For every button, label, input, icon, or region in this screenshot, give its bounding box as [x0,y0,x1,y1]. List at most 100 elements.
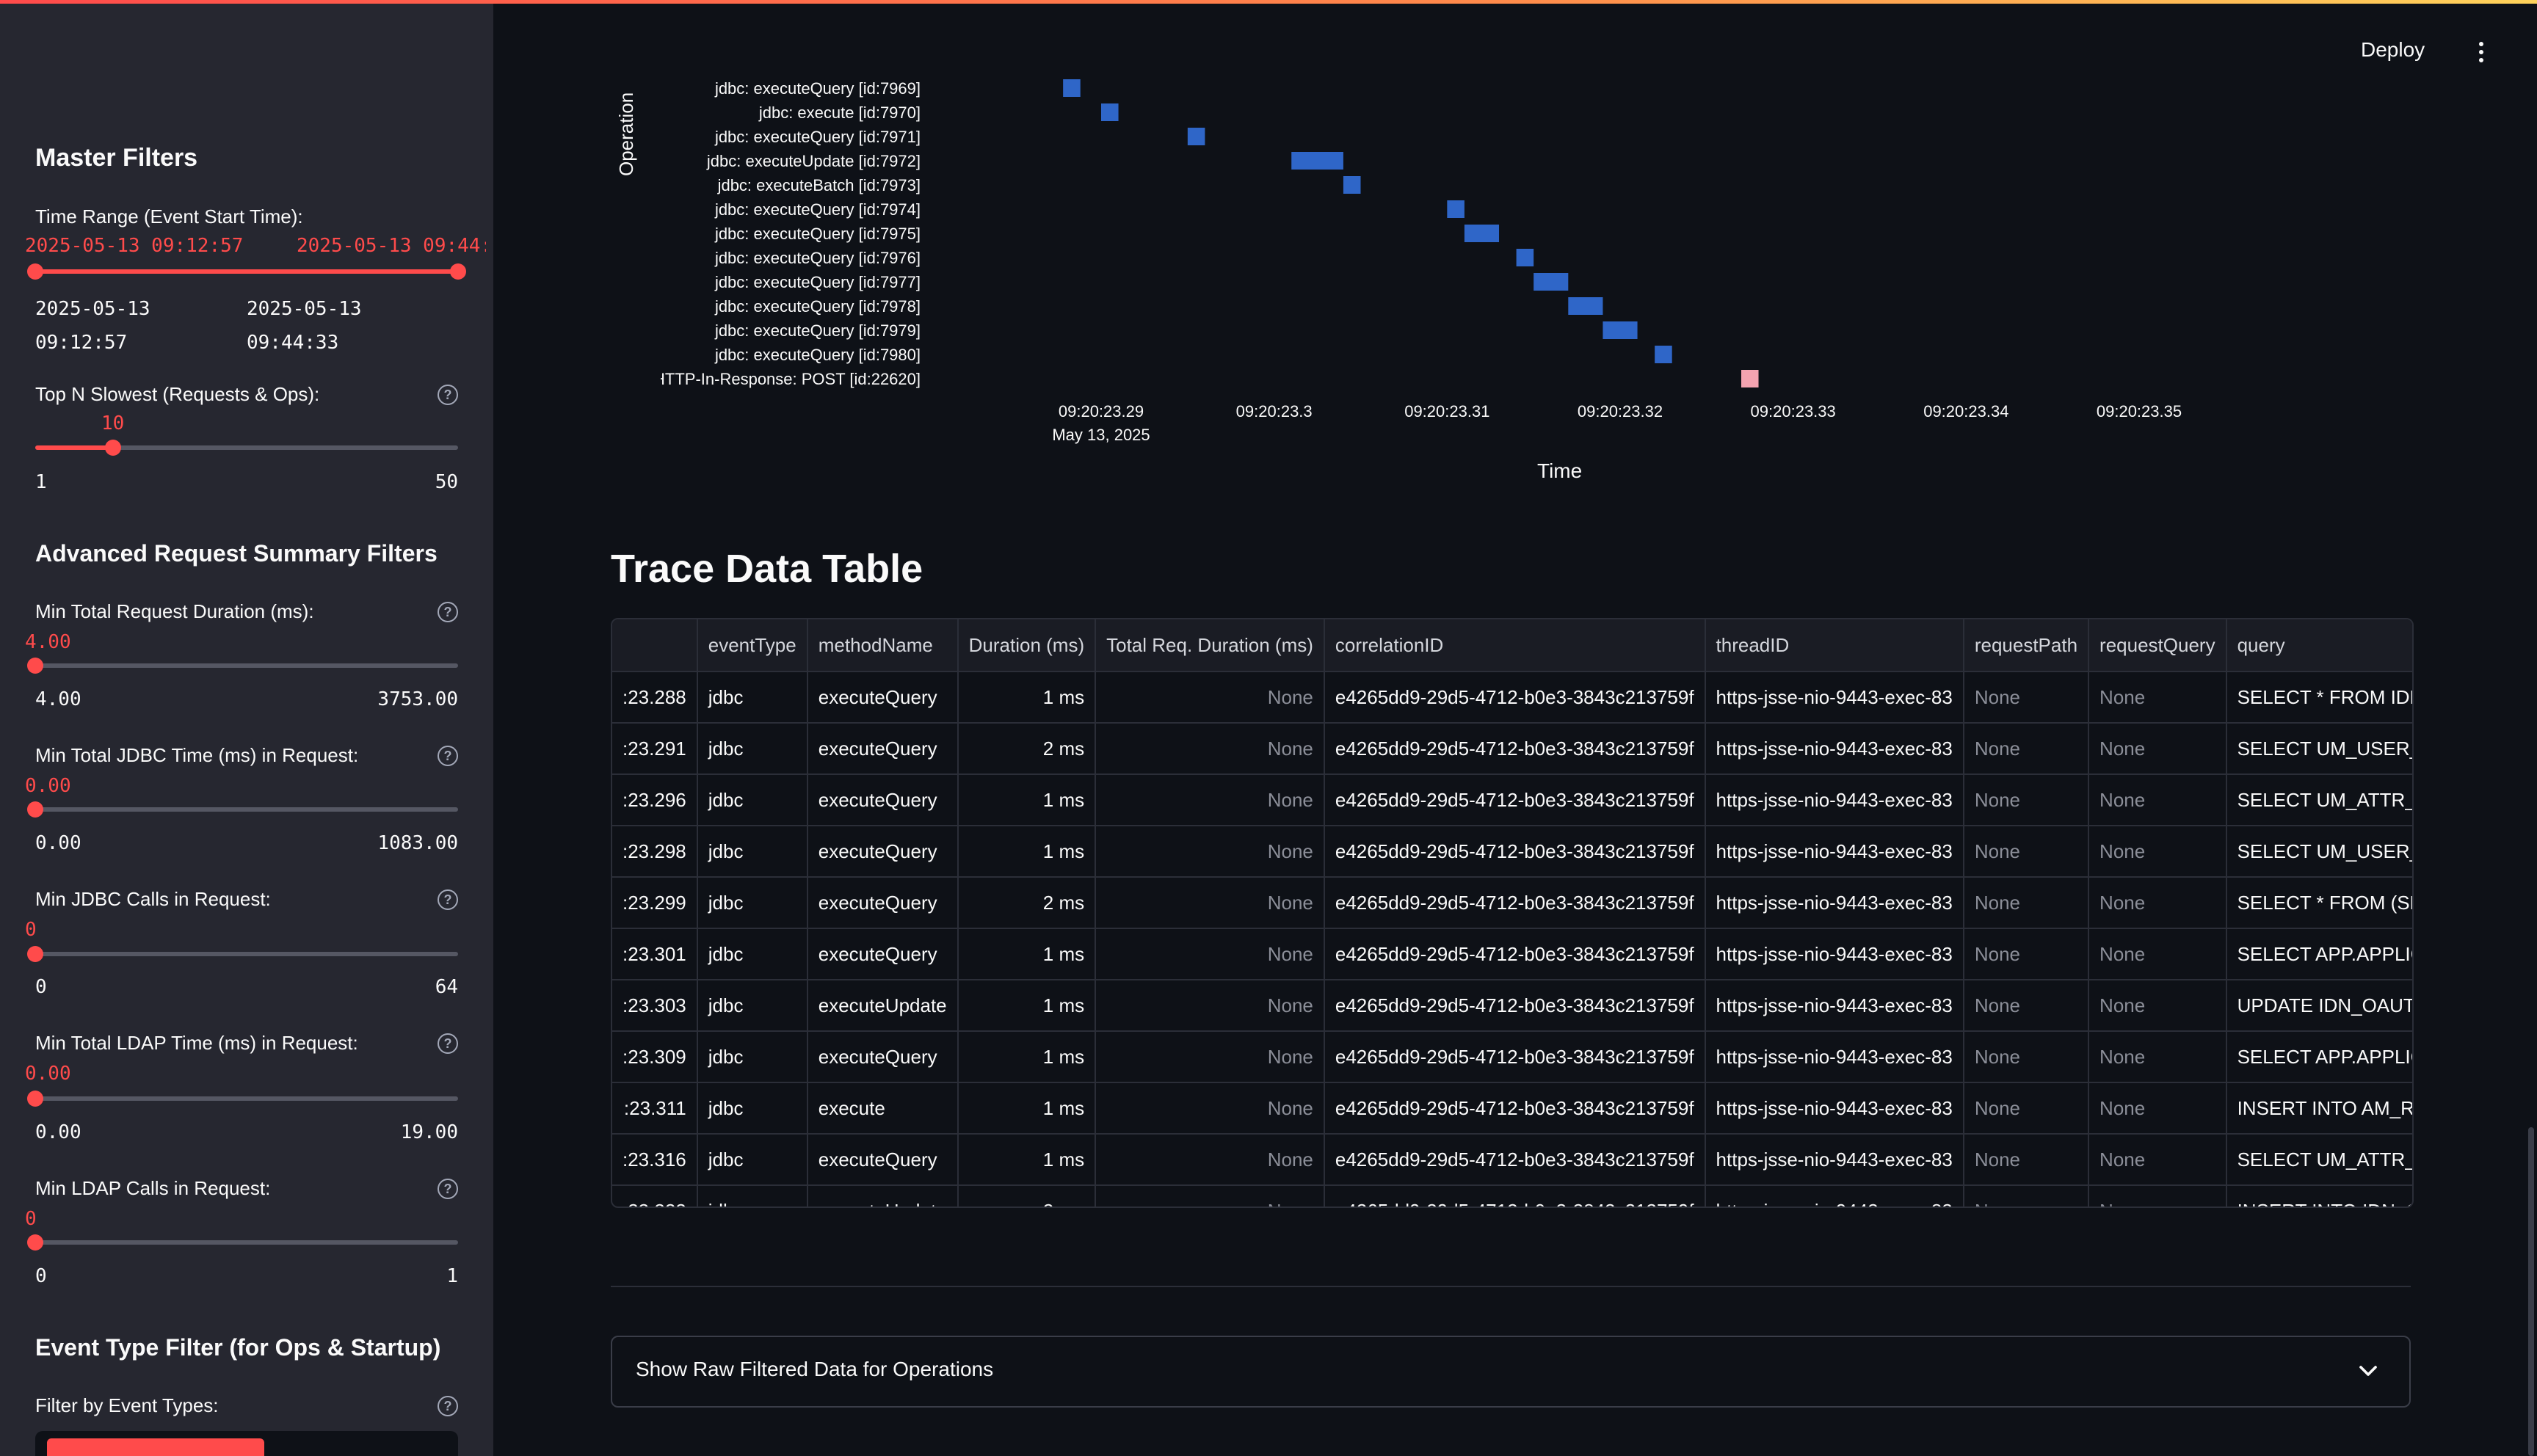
operation-bar[interactable] [1447,200,1465,218]
table-cell: None [2088,774,2227,826]
min-request-duration-value: 4.00 [25,631,71,653]
column-header[interactable]: methodName [807,619,959,672]
column-header[interactable]: eventType [697,619,808,672]
timeline-bars [1063,79,1759,387]
column-header[interactable]: threadID [1705,619,1964,672]
filter-event-types-label: Filter by Event Types: [35,1394,219,1416]
operation-bar[interactable] [1568,297,1603,315]
table-cell: jdbc [697,877,808,929]
table-cell: https-jsse-nio-9443-exec-83 [1705,1082,1964,1135]
table-cell: e4265dd9-29d5-4712-b0e3-3843c213759f [1324,826,1706,878]
page-scrollbar[interactable] [2528,1127,2534,1456]
column-header[interactable]: correlationID [1324,619,1706,672]
time-range-track[interactable] [35,269,458,274]
min-jdbc-calls-track[interactable] [35,952,458,956]
column-header[interactable]: requestPath [1963,619,2090,672]
deploy-button[interactable]: Deploy [2361,38,2425,62]
time-range-label: Time Range (Event Start Time): [35,205,303,228]
event-type-filter-title: Event Type Filter (for Ops & Startup) [35,1334,441,1361]
column-header[interactable]: query [2226,619,2412,672]
table-cell: :23.299 [612,877,698,929]
operation-label: jdbc: executeQuery [id:7975] [714,225,921,243]
table-cell: https-jsse-nio-9443-exec-83 [1705,980,1964,1032]
table-cell: https-jsse-nio-9443-exec-83 [1705,671,1964,724]
table-row[interactable]: :23.296 jdbc executeQuery 1 ms None e4265dd9-… [612,774,2412,826]
table-cell: None [1963,1134,2090,1186]
table-row[interactable]: :23.301 jdbc executeQuery 1 ms None e4265dd9-… [612,928,2412,980]
help-icon[interactable]: ? [438,385,458,405]
table-row[interactable]: :23.303 jdbc executeUpdate 1 ms None e4265dd9… [612,980,2412,1032]
time-axis-ticks: 09:20:23.29 May 13, 2025 09:20:23.3 09:20:2… [925,402,2305,461]
help-icon[interactable]: ? [438,602,458,622]
top-n-thumb[interactable] [104,440,121,456]
operation-bar[interactable] [1063,79,1081,97]
raw-data-expander[interactable]: Show Raw Filtered Data for Operations [611,1336,2411,1408]
min-request-duration-track[interactable] [35,663,458,668]
table-row[interactable]: :23.311 jdbc execute 1 ms None e4265dd9-29d5-… [612,1082,2412,1135]
table-row[interactable]: :23.288 jdbc executeQuery 1 ms None e4265dd9-… [612,671,2412,724]
event-type-chip[interactable] [47,1438,264,1456]
min-jdbc-calls-max: 64 [435,976,458,998]
column-header[interactable]: Duration (ms) [957,619,1097,672]
min-ldap-calls-track[interactable] [35,1240,458,1245]
table-cell: executeQuery [807,1134,959,1186]
table-row[interactable]: :23.299 jdbc executeQuery 2 ms None e4265dd9-… [612,877,2412,929]
table-cell: https-jsse-nio-9443-exec-83 [1705,877,1964,929]
column-header[interactable]: requestQuery [2088,619,2227,672]
table-cell: SELECT * FROM (SELI [2226,877,2412,929]
help-icon[interactable]: ? [438,1179,458,1199]
table-cell: jdbc [697,1134,808,1186]
min-ldap-time-thumb[interactable] [27,1091,43,1107]
operation-bar[interactable] [1655,346,1672,363]
kebab-menu-icon[interactable] [2472,40,2490,66]
column-header[interactable]: Total Req. Duration (ms) [1095,619,1325,672]
table-cell: None [1963,928,2090,980]
help-icon[interactable]: ? [438,1396,458,1416]
min-ldap-calls-thumb[interactable] [27,1234,43,1251]
trace-data-table[interactable]: eventType methodName Duration (ms) Total Re… [611,618,2414,1208]
operation-bar[interactable] [1534,273,1569,291]
operation-bar[interactable] [1101,103,1119,121]
operation-bar[interactable] [1343,176,1361,194]
min-ldap-calls-min: 0 [35,1265,47,1287]
operation-label: jdbc: executeQuery [id:7979] [714,321,921,340]
operation-bar[interactable] [1464,225,1500,242]
table-cell: SELECT APP.APPLICA [2226,928,2412,980]
table-row[interactable]: :23.309 jdbc executeQuery 1 ms None e4265dd9-… [612,1031,2412,1083]
table-cell: None [2088,980,2227,1032]
time-range-start-thumb[interactable] [27,263,43,280]
help-icon[interactable]: ? [438,889,458,910]
operation-label: jdbc: executeQuery [id:7976] [714,249,921,267]
table-cell: 1 ms [957,1031,1097,1083]
operation-bar[interactable] [1187,128,1205,145]
help-icon[interactable]: ? [438,746,458,766]
min-jdbc-time-thumb[interactable] [27,801,43,818]
table-cell: None [2088,671,2227,724]
event-types-multiselect[interactable] [35,1431,458,1456]
time-range-end-thumb[interactable] [450,263,466,280]
operation-label: jdbc: executeQuery [id:7977] [714,273,921,291]
table-cell: 1 ms [957,826,1097,878]
advanced-filters-title: Advanced Request Summary Filters [35,540,438,567]
operation-bar[interactable] [1516,249,1534,266]
table-cell: None [1963,723,2090,775]
table-row[interactable]: :23.298 jdbc executeQuery 1 ms None e4265dd9-… [612,826,2412,878]
table-cell: 1 ms [957,980,1097,1032]
table-cell: None [1095,671,1325,724]
operation-bar[interactable] [1291,152,1343,170]
min-jdbc-calls-thumb[interactable] [27,946,43,962]
table-cell: None [1095,1082,1325,1135]
top-n-track[interactable] [35,445,458,450]
operation-label: jdbc: executeBatch [id:7973] [717,176,921,194]
column-header[interactable] [612,619,698,672]
table-cell: :23.316 [612,1134,698,1186]
operation-bar[interactable] [1603,321,1638,339]
table-row[interactable]: :23.316 jdbc executeQuery 1 ms None e4265dd9-… [612,1134,2412,1186]
min-jdbc-time-track[interactable] [35,807,458,812]
help-icon[interactable]: ? [438,1033,458,1054]
table-row[interactable]: :23.322jdbcexecuteUpdate2 msNonee4265dd9… [612,1185,2412,1206]
response-bar[interactable] [1741,370,1759,387]
table-row[interactable]: :23.291 jdbc executeQuery 2 ms None e4265dd9-… [612,723,2412,775]
min-ldap-time-track[interactable] [35,1096,458,1101]
min-request-duration-thumb[interactable] [27,658,43,674]
